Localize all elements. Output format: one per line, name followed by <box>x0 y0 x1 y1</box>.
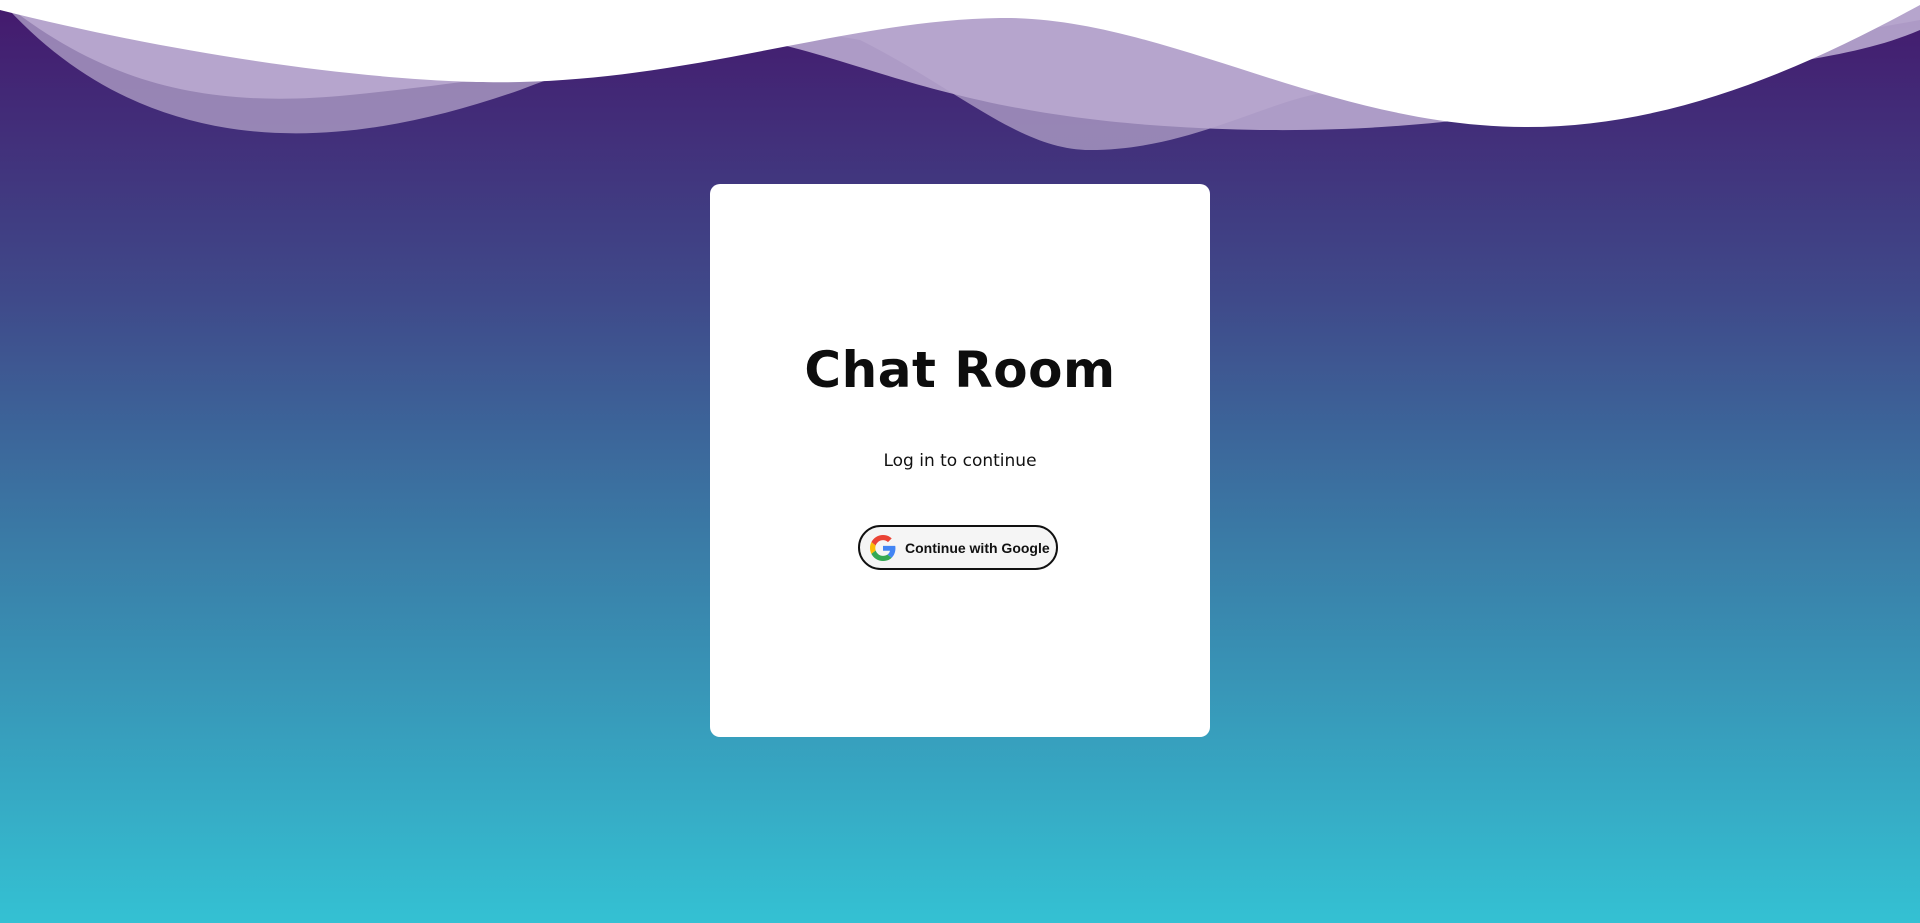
login-page: Chat Room Log in to continue Continue wi… <box>0 0 1920 923</box>
decorative-waves <box>0 0 1920 150</box>
app-title: Chat Room <box>804 341 1116 399</box>
login-subtitle: Log in to continue <box>883 451 1037 471</box>
google-button-label: Continue with Google <box>905 539 1050 556</box>
continue-with-google-button[interactable]: Continue with Google <box>858 525 1058 570</box>
google-g-icon <box>870 534 896 561</box>
login-card: Chat Room Log in to continue Continue wi… <box>710 184 1210 737</box>
